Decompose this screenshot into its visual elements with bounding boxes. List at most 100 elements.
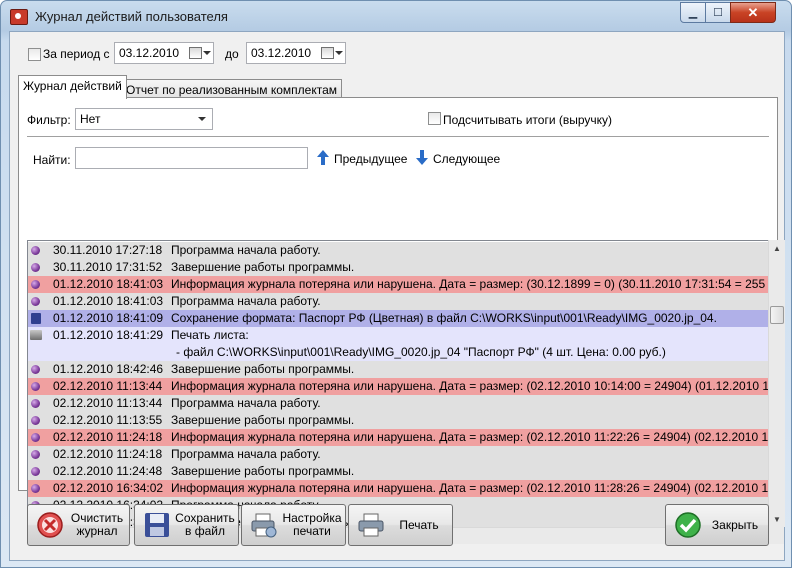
table-row[interactable]: 30.11.2010 17:31:52 Завершение работы про… xyxy=(28,259,768,276)
table-row[interactable]: 01.12.2010 18:41:09 Сохранение формата: П… xyxy=(28,310,768,327)
table-row[interactable]: 02.12.2010 11:13:44 Информация журнала по… xyxy=(28,378,768,395)
table-row[interactable]: 02.12.2010 11:24:18 Программа начала рабо… xyxy=(28,446,768,463)
period-checkbox-label: За период с xyxy=(43,47,110,61)
row-message: Сохранение формата: Паспорт РФ (Цветная)… xyxy=(171,311,717,325)
row-message: - файл C:\WORKS\input\001\Ready\IMG_0020… xyxy=(176,345,666,359)
find-previous-label: Предыдущее xyxy=(334,152,408,166)
table-row[interactable]: 30.11.2010 17:27:18 Программа начала рабо… xyxy=(28,242,768,259)
row-date: 01.12.2010 18:41:09 xyxy=(53,311,164,325)
bullet-icon xyxy=(31,416,40,425)
vertical-scrollbar[interactable]: ▲ ▼ xyxy=(768,240,785,527)
row-date: 02.12.2010 11:13:55 xyxy=(53,413,163,427)
bullet-icon xyxy=(31,467,40,476)
scroll-down-button[interactable]: ▼ xyxy=(769,511,785,527)
table-row[interactable]: 02.12.2010 11:13:55 Завершение работы про… xyxy=(28,412,768,429)
bullet-icon xyxy=(31,433,40,442)
tab-label: Отчет по реализованным комплектам xyxy=(126,83,337,97)
row-date: 30.11.2010 17:27:18 xyxy=(53,243,163,257)
chevron-up-icon: ▲ xyxy=(773,243,781,253)
window-title: Журнал действий пользователя xyxy=(35,9,228,24)
checkmark-icon xyxy=(675,512,701,538)
row-message: Программа начала работу. xyxy=(171,396,321,410)
row-date: 01.12.2010 18:41:03 xyxy=(53,294,164,308)
row-message: Завершение работы программы. xyxy=(171,413,355,427)
print-setup-button[interactable]: Настройка печати xyxy=(241,504,346,546)
period-checkbox[interactable] xyxy=(28,48,41,61)
table-row[interactable]: 02.12.2010 11:24:18 Информация журнала по… xyxy=(28,429,768,446)
minimize-button[interactable]: ▁ xyxy=(680,2,706,23)
minimize-icon: ▁ xyxy=(688,7,698,19)
chevron-down-icon xyxy=(198,117,206,121)
arrow-up-icon xyxy=(317,150,329,165)
row-message: Информация журнала потеряна или нарушена… xyxy=(171,379,769,393)
row-message: Завершение работы программы. xyxy=(171,362,355,376)
tab-label: Журнал действий xyxy=(23,79,122,93)
clear-log-label: Очистить журнал xyxy=(70,511,124,538)
app-icon xyxy=(10,9,28,25)
main-window: Журнал действий пользователя ▁ ☐ ✕ За пе… xyxy=(0,0,792,568)
table-row[interactable]: - файл C:\WORKS\input\001\Ready\IMG_0020… xyxy=(28,344,768,361)
table-row[interactable]: 01.12.2010 18:41:29 Печать листа: xyxy=(28,327,768,344)
close-window-button[interactable]: ✕ xyxy=(730,2,776,23)
print-button[interactable]: Печать xyxy=(348,504,453,546)
filter-value: Нет xyxy=(80,112,101,126)
bullet-icon xyxy=(31,382,40,391)
row-date: 02.12.2010 16:34:02 xyxy=(53,481,164,495)
row-date: 02.12.2010 11:13:44 xyxy=(53,379,163,393)
table-row[interactable]: 02.12.2010 16:34:02 Информация журнала по… xyxy=(28,480,768,497)
row-message: Программа начала работу. xyxy=(171,447,321,461)
filter-select[interactable]: Нет xyxy=(75,108,213,130)
to-date-picker[interactable]: 03.12.2010 xyxy=(246,42,346,64)
close-icon: ✕ xyxy=(747,4,759,20)
save-to-file-label: Сохранить в файл xyxy=(175,511,235,538)
bullet-icon xyxy=(31,297,40,306)
calendar-icon xyxy=(189,47,202,59)
chevron-down-icon: ▼ xyxy=(773,514,781,524)
bullet-icon xyxy=(31,399,40,408)
scroll-up-button[interactable]: ▲ xyxy=(769,240,785,256)
save-to-file-button[interactable]: Сохранить в файл xyxy=(134,504,239,546)
row-message: Программа начала работу. xyxy=(171,294,321,308)
to-label: до xyxy=(225,47,239,61)
row-date: 01.12.2010 18:41:03 xyxy=(53,277,164,291)
row-message: Информация журнала потеряна или нарушена… xyxy=(171,481,769,495)
find-previous-button[interactable]: Предыдущее xyxy=(317,148,407,168)
row-date: 01.12.2010 18:41:29 xyxy=(53,328,164,342)
print-setup-label: Настройка печати xyxy=(282,511,342,538)
filter-label: Фильтр: xyxy=(27,113,71,127)
from-date-value: 03.12.2010 xyxy=(119,46,180,60)
row-date: 30.11.2010 17:31:52 xyxy=(53,260,163,274)
log-list[interactable]: 30.11.2010 17:27:18 Программа начала рабо… xyxy=(27,240,769,529)
divider xyxy=(27,136,769,137)
title-bar[interactable]: Журнал действий пользователя ▁ ☐ ✕ xyxy=(1,1,791,31)
table-row[interactable]: 02.12.2010 11:13:44 Программа начала рабо… xyxy=(28,395,768,412)
maximize-button[interactable]: ☐ xyxy=(705,2,731,23)
table-row[interactable]: 01.12.2010 18:41:03 Информация журнала по… xyxy=(28,276,768,293)
table-row[interactable]: 01.12.2010 18:41:03 Программа начала рабо… xyxy=(28,293,768,310)
floppy-disk-icon xyxy=(31,313,41,324)
row-date: 02.12.2010 11:24:48 xyxy=(53,464,163,478)
printer-settings-icon xyxy=(251,513,277,538)
clear-log-button[interactable]: Очистить журнал xyxy=(27,504,130,546)
bullet-icon xyxy=(31,280,40,289)
tab-action-log[interactable]: Журнал действий xyxy=(18,75,127,99)
find-next-button[interactable]: Следующее xyxy=(416,148,501,168)
tab-panel: Фильтр: Нет Подсчитывать итоги (выручку)… xyxy=(18,97,785,544)
scroll-thumb[interactable] xyxy=(770,306,784,324)
table-row[interactable]: 02.12.2010 11:24:48 Завершение работы про… xyxy=(28,463,768,480)
cancel-icon xyxy=(37,512,63,538)
bullet-icon xyxy=(31,246,40,255)
table-row[interactable]: 01.12.2010 18:42:46 Завершение работы про… xyxy=(28,361,768,378)
search-input[interactable] xyxy=(75,147,308,169)
totals-checkbox[interactable] xyxy=(428,112,441,125)
print-label: Печать xyxy=(399,517,439,532)
close-button[interactable]: Закрыть xyxy=(665,504,769,546)
row-message: Завершение работы программы. xyxy=(171,260,355,274)
scroll-corner xyxy=(768,527,784,544)
close-button-label: Закрыть xyxy=(711,517,759,532)
from-date-picker[interactable]: 03.12.2010 xyxy=(114,42,214,64)
row-message: Завершение работы программы. xyxy=(171,464,355,478)
totals-checkbox-label: Подсчитывать итоги (выручку) xyxy=(443,113,613,127)
row-date: 02.12.2010 11:24:18 xyxy=(53,430,163,444)
bullet-icon xyxy=(31,263,40,272)
